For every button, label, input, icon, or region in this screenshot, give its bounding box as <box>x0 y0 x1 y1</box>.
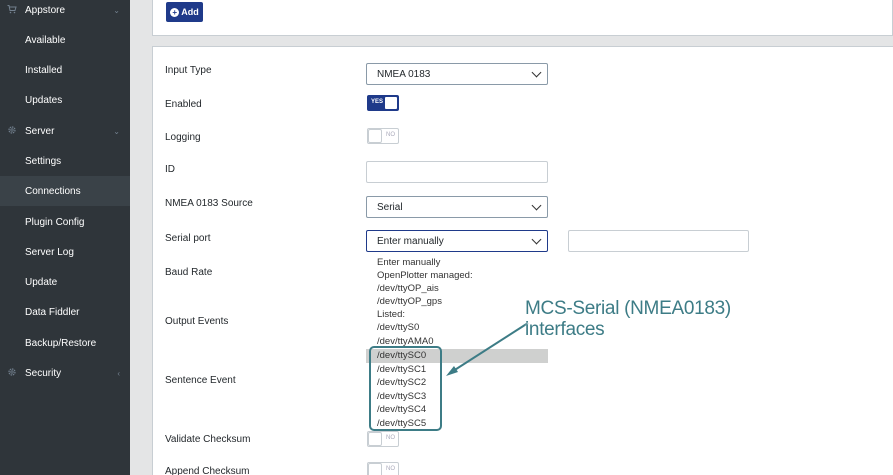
nmea-source-value: Serial <box>377 201 403 213</box>
sidebar-item-appstore[interactable]: Appstore ⌄ <box>0 0 130 25</box>
chevron-left-icon: ‹ <box>117 368 120 378</box>
toggle-knob <box>368 463 382 475</box>
annotation-line-2: interfaces <box>525 319 605 340</box>
toggle-text: NO <box>386 466 395 472</box>
chevron-down-icon: ⌄ <box>113 5 120 15</box>
option-ttyop-gps[interactable]: /dev/ttyOP_gps <box>366 295 548 309</box>
gear-icon <box>7 367 17 377</box>
sentence-event-label: Sentence Event <box>165 375 236 386</box>
plus-circle-icon: + <box>170 7 180 17</box>
option-openplotter-group: OpenPlotter managed: <box>377 270 473 281</box>
toggle-text: NO <box>386 435 395 441</box>
toggle-knob <box>368 129 382 143</box>
sidebar-item-label: Plugin Config <box>25 216 85 228</box>
logging-label: Logging <box>165 132 201 143</box>
enabled-label: Enabled <box>165 99 202 110</box>
sidebar-item-data-fiddler[interactable]: Data Fiddler <box>0 297 130 327</box>
annotation-line-1: MCS-Serial (NMEA0183) <box>525 298 731 319</box>
toggle-text: YES <box>371 99 384 105</box>
enabled-toggle[interactable]: YES <box>367 95 399 111</box>
chevron-down-icon <box>531 200 542 211</box>
sidebar-item-label: Security <box>25 367 62 379</box>
id-input[interactable] <box>366 161 548 183</box>
serial-port-value: Enter manually <box>377 235 444 247</box>
annotation-callout: MCS-Serial (NMEA0183) interfaces <box>525 298 731 340</box>
toggle-text: NO <box>386 132 395 138</box>
option-enter-manually[interactable]: Enter manually <box>366 256 548 270</box>
sidebar-item-label: Connections <box>25 185 81 197</box>
chevron-down-icon <box>531 67 542 78</box>
cart-icon <box>7 4 17 14</box>
sidebar-item-installed[interactable]: Installed <box>0 55 130 85</box>
sidebar-item-plugin-config[interactable]: Plugin Config <box>0 207 130 237</box>
nmea-source-label: NMEA 0183 Source <box>165 198 253 209</box>
logging-toggle[interactable]: NO <box>367 128 399 144</box>
id-label: ID <box>165 164 175 175</box>
sidebar-item-label: Backup/Restore <box>25 337 97 349</box>
sidebar-item-label: Update <box>25 276 58 288</box>
chevron-down-icon: ⌄ <box>113 126 120 136</box>
sidebar-item-available[interactable]: Available <box>0 25 130 55</box>
serial-port-label: Serial port <box>165 233 211 244</box>
serial-port-select[interactable]: Enter manually <box>366 230 548 252</box>
input-type-label: Input Type <box>165 65 212 76</box>
append-checksum-label: Append Checksum <box>165 466 250 475</box>
option-ttyop-ais[interactable]: /dev/ttyOP_ais <box>366 282 548 296</box>
sidebar-item-label: Installed <box>25 64 63 76</box>
add-button[interactable]: + Add <box>166 2 203 22</box>
sidebar-item-settings[interactable]: Settings <box>0 146 130 176</box>
sidebar-item-updates[interactable]: Updates <box>0 85 130 115</box>
add-button-label: Add <box>181 7 199 17</box>
annotation-highlight-box <box>369 346 442 431</box>
input-type-value: NMEA 0183 <box>377 68 431 80</box>
chevron-down-icon <box>531 234 542 245</box>
add-panel: + Add <box>152 0 893 36</box>
sidebar-item-server-log[interactable]: Server Log <box>0 237 130 267</box>
sidebar-item-update[interactable]: Update <box>0 267 130 297</box>
sidebar-item-security[interactable]: Security ‹ <box>0 358 130 388</box>
toggle-knob <box>368 432 382 446</box>
sidebar-item-label: Appstore <box>25 4 66 16</box>
toggle-knob <box>384 96 398 110</box>
sidebar-item-label: Available <box>25 34 66 46</box>
sidebar-item-label: Data Fiddler <box>25 306 80 318</box>
sidebar-item-label: Server Log <box>25 246 74 258</box>
nmea-source-select[interactable]: Serial <box>366 196 548 218</box>
sidebar-item-label: Server <box>25 125 55 137</box>
sidebar-item-backup-restore[interactable]: Backup/Restore <box>0 328 130 358</box>
serial-port-manual-input[interactable] <box>568 230 749 252</box>
output-events-label: Output Events <box>165 316 229 327</box>
validate-checksum-label: Validate Checksum <box>165 434 251 445</box>
sidebar: Appstore ⌄ Available Installed Updates S… <box>0 0 130 475</box>
baud-rate-label: Baud Rate <box>165 267 213 278</box>
sidebar-item-connections[interactable]: Connections <box>0 176 130 206</box>
append-checksum-toggle[interactable]: NO <box>367 462 399 475</box>
sidebar-item-label: Updates <box>25 94 63 106</box>
sidebar-item-server[interactable]: Server ⌄ <box>0 116 130 146</box>
sidebar-item-label: Settings <box>25 155 62 167</box>
validate-checksum-toggle[interactable]: NO <box>367 431 399 447</box>
gear-icon <box>7 125 17 135</box>
input-type-select[interactable]: NMEA 0183 <box>366 63 548 85</box>
